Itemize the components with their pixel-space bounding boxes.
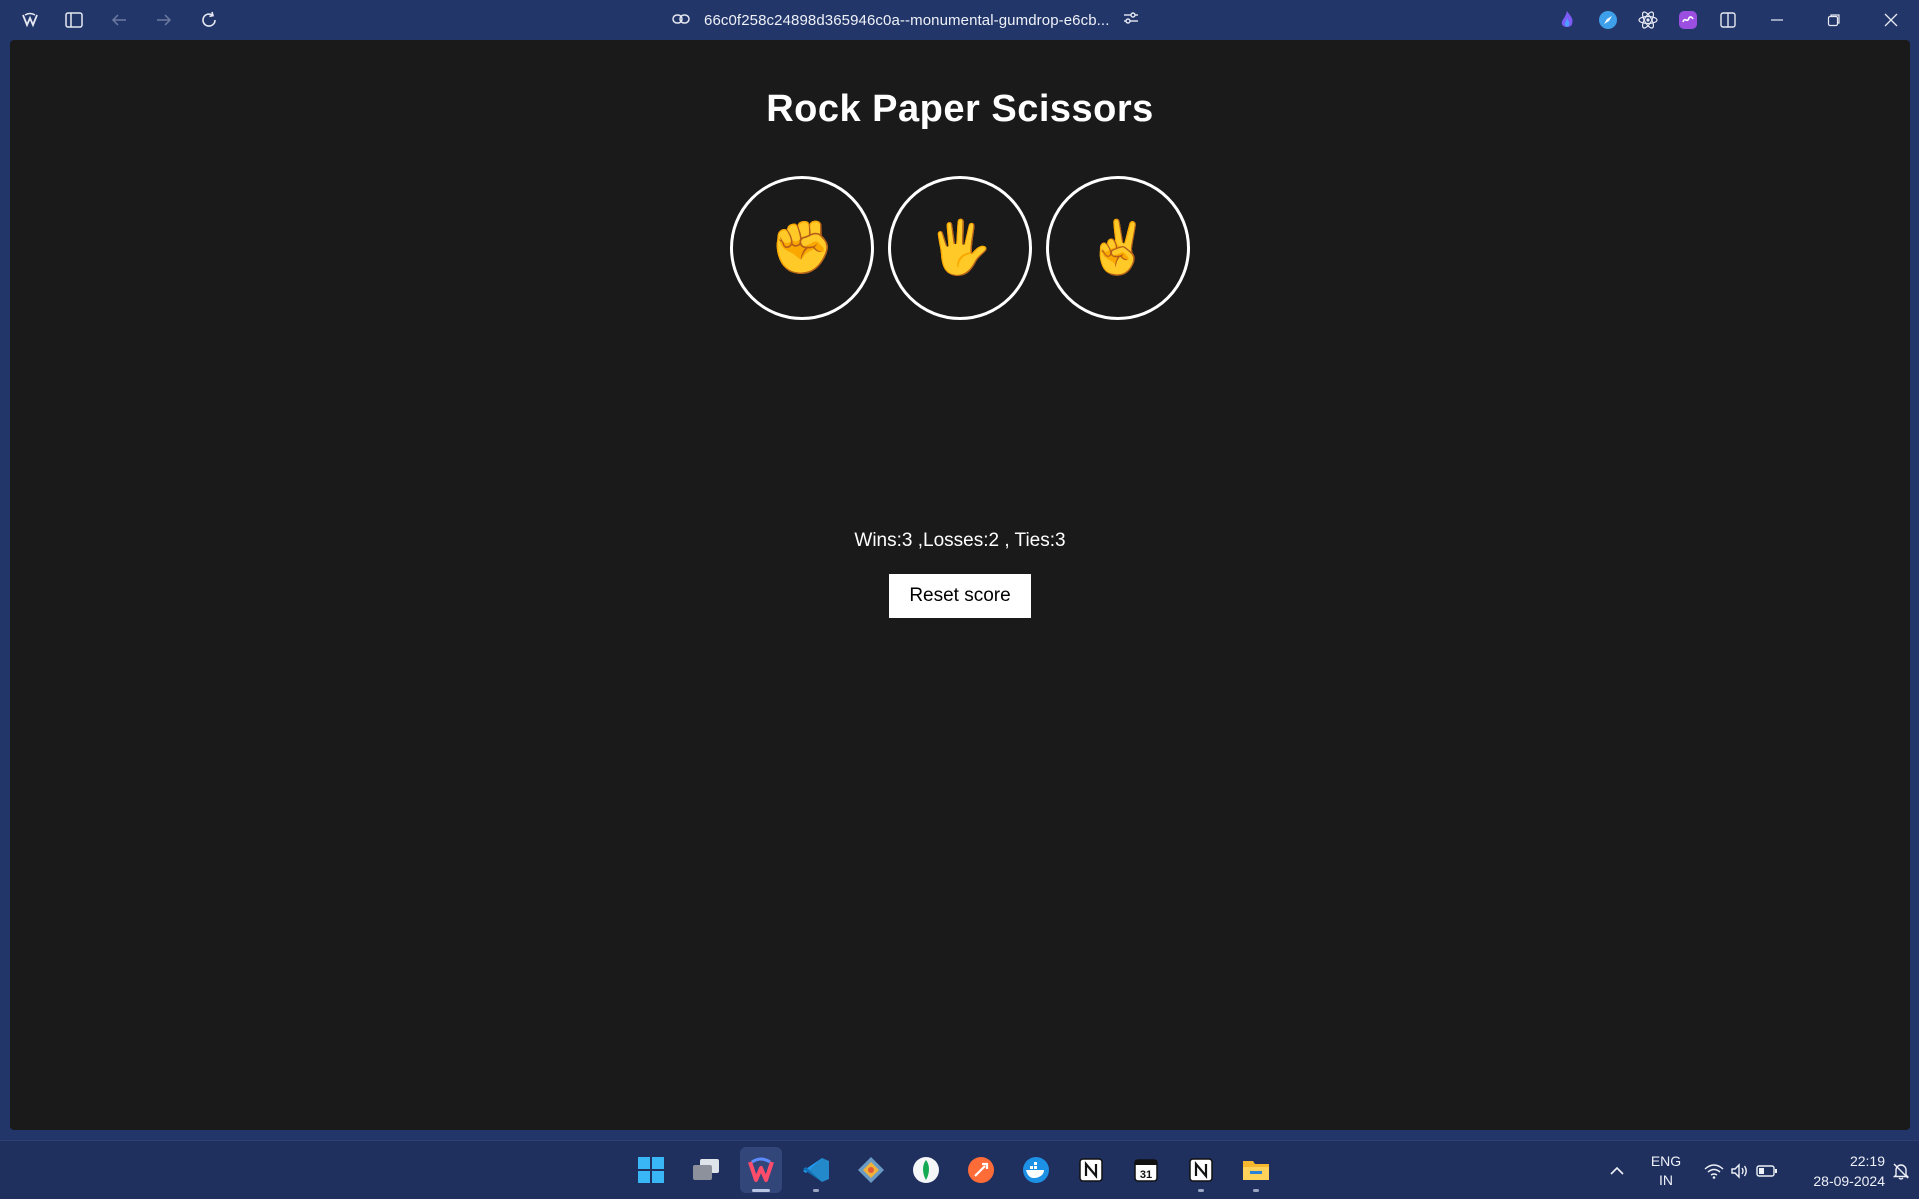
task-view-icon[interactable] [685, 1147, 727, 1193]
extension-react-icon[interactable] [1632, 4, 1664, 36]
rock-fist-icon: ✊ [769, 219, 835, 277]
running-indicator [1198, 1189, 1204, 1192]
running-indicator [1253, 1189, 1259, 1192]
link-icon [672, 12, 690, 29]
file-explorer-icon[interactable] [1235, 1147, 1277, 1193]
notion-icon[interactable] [1070, 1147, 1112, 1193]
postman-icon[interactable] [960, 1147, 1002, 1193]
battery-icon[interactable] [1755, 1141, 1779, 1199]
docker-icon[interactable] [1015, 1147, 1057, 1193]
clock-date: 28-09-2024 [1813, 1172, 1885, 1189]
game-title: Rock Paper Scissors [766, 88, 1154, 130]
system-tray: ENG IN 22:19 28-09-2024 [1599, 1141, 1919, 1199]
address-bar[interactable]: 66c0f258c24898d365946c0a--monumental-gum… [672, 6, 1172, 34]
split-view-icon[interactable] [1712, 4, 1744, 36]
taskbar-apps: 31 [630, 1145, 1277, 1195]
paper-hand-icon: 🖐 [927, 219, 993, 277]
back-arrow-icon[interactable] [103, 4, 135, 36]
git-tool-icon[interactable] [850, 1147, 892, 1193]
desktop-screen: 66c0f258c24898d365946c0a--monumental-gum… [0, 0, 1919, 1199]
browser-logo-icon[interactable] [14, 4, 46, 36]
scissors-button[interactable]: ✌ [1046, 176, 1190, 320]
rock-button[interactable]: ✊ [730, 176, 874, 320]
sidebar-toggle-icon[interactable] [58, 4, 90, 36]
windows-start-icon[interactable] [630, 1147, 672, 1193]
extension-compass-icon[interactable] [1592, 4, 1624, 36]
running-indicator [813, 1189, 819, 1192]
address-url: 66c0f258c24898d365946c0a--monumental-gum… [704, 11, 1110, 29]
active-indicator [752, 1189, 770, 1192]
browser-app-icon[interactable] [740, 1147, 782, 1193]
paper-button[interactable]: 🖐 [888, 176, 1032, 320]
wifi-icon[interactable] [1703, 1141, 1725, 1199]
extension-flame-icon[interactable] [1551, 4, 1583, 36]
reset-score-button[interactable]: Reset score [889, 574, 1031, 618]
scissors-victory-icon: ✌ [1085, 219, 1151, 277]
language-code: ENG [1650, 1152, 1682, 1169]
clock-time: 22:19 [1849, 1152, 1885, 1169]
minimize-icon[interactable] [1761, 4, 1793, 36]
taskbar: 31 ENG IN 22:19 28-09-2024 [0, 1140, 1919, 1199]
forward-arrow-icon[interactable] [148, 4, 180, 36]
restore-icon[interactable] [1818, 4, 1850, 36]
reload-icon[interactable] [193, 4, 225, 36]
calendar-icon[interactable]: 31 [1125, 1147, 1167, 1193]
language-region: IN [1659, 1171, 1673, 1188]
vscode-icon[interactable] [795, 1147, 837, 1193]
browser-titlebar: 66c0f258c24898d365946c0a--monumental-gum… [0, 0, 1919, 40]
extension-purple-icon[interactable] [1672, 4, 1704, 36]
volume-icon[interactable] [1729, 1141, 1751, 1199]
tray-chevron-up-icon[interactable] [1599, 1141, 1635, 1199]
page-viewport: Rock Paper Scissors ✊ 🖐 ✌ Wins:3 ,Losses… [10, 40, 1910, 1130]
notification-bell-icon[interactable] [1889, 1141, 1913, 1199]
site-settings-icon[interactable] [1123, 11, 1139, 29]
move-buttons: ✊ 🖐 ✌ [10, 176, 1910, 320]
clock[interactable]: 22:19 28-09-2024 [1795, 1141, 1885, 1199]
svg-text:31: 31 [1140, 1169, 1152, 1181]
close-icon[interactable] [1875, 4, 1907, 36]
notion-second-icon[interactable] [1180, 1147, 1222, 1193]
score-text: Wins:3 ,Losses:2 , Ties:3 [854, 530, 1066, 551]
input-language[interactable]: ENG IN [1643, 1141, 1689, 1199]
mongodb-icon[interactable] [905, 1147, 947, 1193]
